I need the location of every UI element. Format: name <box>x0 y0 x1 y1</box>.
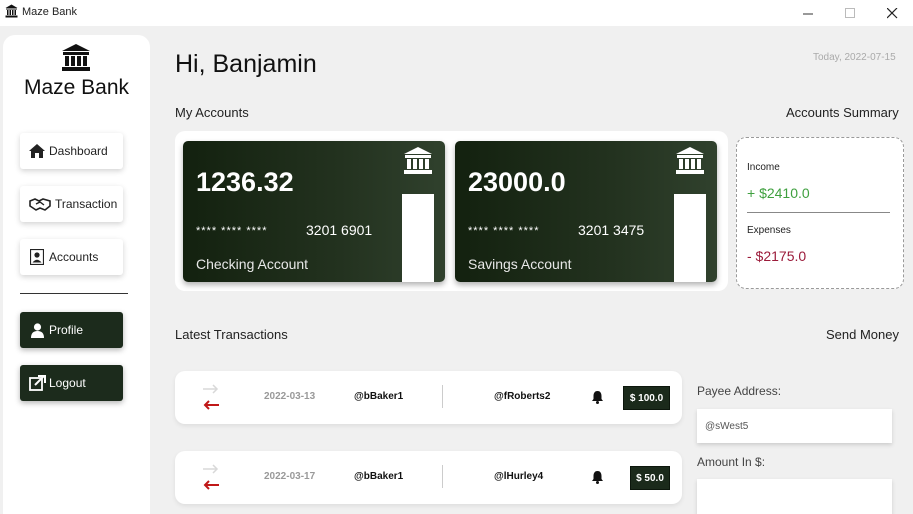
maximize-icon <box>844 7 855 18</box>
checking-account-card[interactable]: 1236.32 **** **** **** 3201 6901 Checkin… <box>183 141 445 282</box>
transfer-arrows-icon <box>203 384 219 410</box>
card-number-mask: **** **** **** <box>468 225 540 237</box>
transaction-row[interactable]: 2022-03-13 @bBaker1 @fRoberts2 $ 100.0 <box>175 371 682 424</box>
savings-account-card[interactable]: 23000.0 **** **** **** 3201 3475 Savings… <box>455 141 717 282</box>
window-title: Maze Bank <box>22 6 78 18</box>
my-accounts-title: My Accounts <box>175 105 249 120</box>
transfer-arrows-icon <box>203 464 219 490</box>
expenses-label: Expenses <box>747 225 791 236</box>
card-white-bar <box>402 194 434 282</box>
sidebar-item-logout[interactable]: Logout <box>20 365 123 401</box>
bank-icon <box>404 147 432 174</box>
transaction-receiver: @fRoberts2 <box>494 391 551 402</box>
maximize-button[interactable] <box>834 2 866 24</box>
payee-address-input[interactable] <box>697 409 892 443</box>
card-balance: 1236.32 <box>196 167 294 197</box>
window-titlebar: Maze Bank <box>0 0 913 26</box>
home-icon <box>28 143 46 159</box>
sidebar-item-label: Profile <box>49 323 84 337</box>
summary-divider <box>747 212 890 213</box>
account-box-icon <box>28 249 46 265</box>
transaction-amount-badge: $ 50.0 <box>630 466 670 490</box>
sidebar-logo-text: Maze Bank <box>23 76 130 99</box>
external-link-icon <box>28 375 46 391</box>
bank-icon <box>5 4 18 18</box>
bank-icon <box>676 147 704 174</box>
latest-transactions-title: Latest Transactions <box>175 327 288 342</box>
sidebar-item-label: Transaction <box>55 197 118 211</box>
transaction-row[interactable]: 2022-03-17 @bBaker1 @lHurley4 $ 50.0 <box>175 451 682 504</box>
sidebar-item-label: Accounts <box>49 250 99 264</box>
expenses-value: - $2175.0 <box>747 248 807 264</box>
current-date: Today, 2022-07-15 <box>813 52 896 63</box>
sidebar-item-label: Logout <box>49 376 86 390</box>
transaction-sender: @bBaker1 <box>354 471 404 482</box>
transaction-separator <box>442 385 443 408</box>
minimize-icon <box>802 13 813 14</box>
minimize-button[interactable] <box>792 2 824 24</box>
send-money-title: Send Money <box>826 327 899 342</box>
sidebar: Maze Bank Dashboard Transaction Accounts… <box>3 35 150 514</box>
sidebar-item-accounts[interactable]: Accounts <box>20 239 123 275</box>
sidebar-item-transaction[interactable]: Transaction <box>20 186 123 222</box>
sidebar-item-label: Dashboard <box>49 144 108 158</box>
amount-input[interactable] <box>697 479 892 514</box>
greeting-title: Hi, Banjamin <box>175 50 317 78</box>
income-value: + $2410.0 <box>747 185 810 201</box>
transaction-date: 2022-03-13 <box>264 391 316 402</box>
sidebar-item-dashboard[interactable]: Dashboard <box>20 133 123 169</box>
card-balance: 23000.0 <box>468 167 566 197</box>
card-white-bar <box>674 194 706 282</box>
payee-address-label: Payee Address: <box>697 384 782 398</box>
handshake-icon <box>28 196 52 212</box>
sidebar-divider <box>20 293 128 294</box>
transaction-receiver: @lHurley4 <box>494 471 544 482</box>
transaction-amount-badge: $ 100.0 <box>623 386 670 410</box>
card-account-type: Savings Account <box>468 256 572 272</box>
transaction-date: 2022-03-17 <box>264 471 316 482</box>
accounts-summary-title: Accounts Summary <box>786 105 899 120</box>
bell-icon[interactable] <box>591 470 604 484</box>
accounts-panel: 1236.32 **** **** **** 3201 6901 Checkin… <box>175 131 728 291</box>
bell-icon[interactable] <box>591 390 604 404</box>
amount-label: Amount In $: <box>697 455 766 469</box>
close-button[interactable] <box>876 2 908 24</box>
card-account-type: Checking Account <box>196 256 309 272</box>
card-number: 3201 3475 <box>578 222 645 238</box>
income-label: Income <box>747 162 780 173</box>
card-number: 3201 6901 <box>306 222 373 238</box>
accounts-summary-panel: Income + $2410.0 Expenses - $2175.0 <box>736 137 904 289</box>
bank-logo-icon <box>62 44 90 71</box>
card-number-mask: **** **** **** <box>196 225 268 237</box>
user-icon <box>28 322 46 338</box>
transaction-separator <box>442 465 443 488</box>
sidebar-item-profile[interactable]: Profile <box>20 312 123 348</box>
close-icon <box>886 7 897 18</box>
transaction-sender: @bBaker1 <box>354 391 404 402</box>
